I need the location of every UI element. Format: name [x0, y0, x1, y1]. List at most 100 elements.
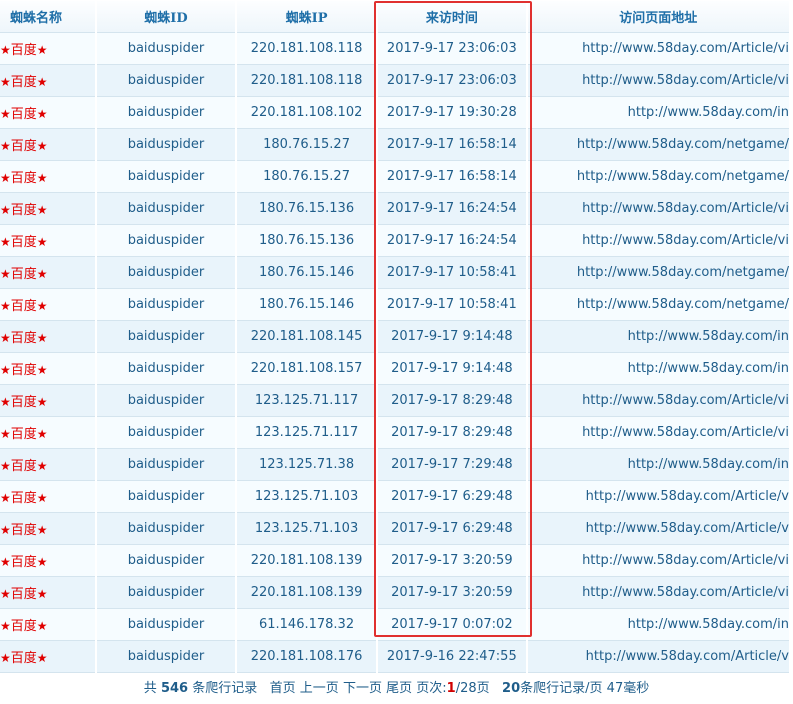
star-icon: ★ [36, 299, 48, 313]
visit-time-cell: 2017-9-17 0:07:02 [378, 609, 526, 641]
spider-name-cell: ★百度★ [0, 385, 95, 417]
page-url-link[interactable]: http://www.58day.com/netgame/ [577, 297, 789, 312]
url-cell: http://www.58day.com/in [527, 449, 789, 481]
spider-name: 百度 [10, 43, 37, 58]
spider-name: 百度 [10, 363, 37, 378]
spider-ip-cell: 220.181.108.118 [236, 65, 377, 97]
table-row: ★百度★ baiduspider 220.181.108.139 2017-9-17 … [0, 545, 789, 577]
spider-ip-cell: 61.146.178.32 [236, 609, 377, 641]
page-url-link[interactable]: http://www.58day.com/in [628, 329, 789, 344]
spider-ip-cell: 220.181.108.139 [236, 577, 377, 609]
url-cell: http://www.58day.com/netgame/ [527, 161, 789, 193]
spider-ip-cell: 220.181.108.145 [236, 321, 377, 353]
star-icon: ★ [0, 459, 11, 473]
star-icon: ★ [36, 203, 48, 217]
star-icon: ★ [36, 619, 48, 633]
star-icon: ★ [36, 267, 48, 281]
next-page-link[interactable]: 下一页 [343, 681, 382, 696]
spider-ip-cell: 123.125.71.38 [236, 449, 377, 481]
page-url-link[interactable]: http://www.58day.com/Article/vi [582, 41, 789, 56]
first-page-link[interactable]: 首页 [270, 681, 296, 696]
table-row: ★百度★ baiduspider 123.125.71.103 2017-9-17 6… [0, 481, 789, 513]
page-url-link[interactable]: http://www.58day.com/Article/vi [582, 73, 789, 88]
page-url-link[interactable]: http://www.58day.com/Article/vi [582, 425, 789, 440]
spider-name-cell: ★百度★ [0, 321, 95, 353]
spider-name: 百度 [10, 523, 37, 538]
url-cell: http://www.58day.com/Article/v [527, 481, 789, 513]
spider-name-cell: ★百度★ [0, 481, 95, 513]
page-url-link[interactable]: http://www.58day.com/in [628, 457, 789, 472]
spider-id-cell: baiduspider [96, 65, 235, 97]
total-suffix: 条爬行记录 [192, 681, 258, 696]
spider-ip-cell: 220.181.108.139 [236, 545, 377, 577]
column-header-spider-name: 蜘蛛名称 [0, 1, 95, 33]
page-url-link[interactable]: http://www.58day.com/Article/v [586, 489, 789, 504]
spider-name-cell: ★百度★ [0, 417, 95, 449]
last-page-link[interactable]: 尾页 [386, 681, 412, 696]
star-icon: ★ [36, 651, 48, 665]
table-body: ★百度★ baiduspider 220.181.108.118 2017-9-17 … [0, 33, 789, 673]
star-icon: ★ [0, 267, 11, 281]
spider-name: 百度 [10, 331, 37, 346]
page-url-link[interactable]: http://www.58day.com/in [628, 361, 789, 376]
spider-ip-cell: 123.125.71.117 [236, 385, 377, 417]
url-cell: http://www.58day.com/in [527, 609, 789, 641]
spider-name: 百度 [10, 651, 37, 666]
spider-name-cell: ★百度★ [0, 609, 95, 641]
page-url-link[interactable]: http://www.58day.com/Article/vi [582, 233, 789, 248]
page-url-link[interactable]: http://www.58day.com/Article/vi [582, 393, 789, 408]
table-row: ★百度★ baiduspider 180.76.15.27 2017-9-17 16:… [0, 129, 789, 161]
page-url-link[interactable]: http://www.58day.com/Article/vi [582, 585, 789, 600]
star-icon: ★ [0, 491, 11, 505]
visit-time-cell: 2017-9-17 23:06:03 [378, 33, 526, 65]
spider-name: 百度 [10, 235, 37, 250]
spider-name: 百度 [10, 299, 37, 314]
url-cell: http://www.58day.com/netgame/ [527, 289, 789, 321]
url-cell: http://www.58day.com/Article/vi [527, 193, 789, 225]
star-icon: ★ [0, 395, 11, 409]
page-url-link[interactable]: http://www.58day.com/in [628, 617, 789, 632]
table-row: ★百度★ baiduspider 180.76.15.146 2017-9-17 10… [0, 257, 789, 289]
page-url-link[interactable]: http://www.58day.com/netgame/ [577, 265, 789, 280]
star-icon: ★ [0, 523, 11, 537]
page-url-link[interactable]: http://www.58day.com/Article/vi [582, 201, 789, 216]
spider-name-cell: ★百度★ [0, 129, 95, 161]
spider-ip-cell: 220.181.108.157 [236, 353, 377, 385]
star-icon: ★ [0, 331, 11, 345]
star-icon: ★ [0, 587, 11, 601]
spider-name: 百度 [10, 459, 37, 474]
spider-id-cell: baiduspider [96, 129, 235, 161]
spider-id-cell: baiduspider [96, 577, 235, 609]
spider-name-cell: ★百度★ [0, 641, 95, 673]
url-cell: http://www.58day.com/in [527, 97, 789, 129]
spider-name: 百度 [10, 427, 37, 442]
prev-page-link[interactable]: 上一页 [300, 681, 339, 696]
spider-name-cell: ★百度★ [0, 513, 95, 545]
table-row: ★百度★ baiduspider 123.125.71.38 2017-9-17 7:… [0, 449, 789, 481]
spider-name: 百度 [10, 139, 37, 154]
page-url-link[interactable]: http://www.58day.com/Article/vi [582, 553, 789, 568]
spider-name-cell: ★百度★ [0, 193, 95, 225]
url-cell: http://www.58day.com/netgame/ [527, 129, 789, 161]
visit-time-cell: 2017-9-17 16:24:54 [378, 193, 526, 225]
page-url-link[interactable]: http://www.58day.com/Article/v [586, 521, 789, 536]
spider-id-cell: baiduspider [96, 641, 235, 673]
total-pages: /28页 [455, 681, 490, 696]
star-icon: ★ [36, 171, 48, 185]
url-cell: http://www.58day.com/Article/vi [527, 225, 789, 257]
total-prefix: 共 [143, 681, 157, 696]
table-row: ★百度★ baiduspider 180.76.15.136 2017-9-17 16… [0, 193, 789, 225]
spider-ip-cell: 220.181.108.102 [236, 97, 377, 129]
page-url-link[interactable]: http://www.58day.com/Article/v [586, 649, 789, 664]
url-cell: http://www.58day.com/Article/vi [527, 577, 789, 609]
page-url-link[interactable]: http://www.58day.com/netgame/ [577, 169, 789, 184]
url-cell: http://www.58day.com/Article/v [527, 513, 789, 545]
column-header-visit-time: 来访时间 [378, 1, 526, 33]
page-url-link[interactable]: http://www.58day.com/netgame/ [577, 137, 789, 152]
spider-ip-cell: 180.76.15.136 [236, 225, 377, 257]
table-row: ★百度★ baiduspider 220.181.108.102 2017-9-17 … [0, 97, 789, 129]
star-icon: ★ [0, 555, 11, 569]
pagination-footer: 共 546 条爬行记录 首页 上一页 下一页 尾页 页次:1/28页 20条爬行… [0, 674, 793, 704]
page-url-link[interactable]: http://www.58day.com/in [628, 105, 789, 120]
visit-time-cell: 2017-9-17 7:29:48 [378, 449, 526, 481]
